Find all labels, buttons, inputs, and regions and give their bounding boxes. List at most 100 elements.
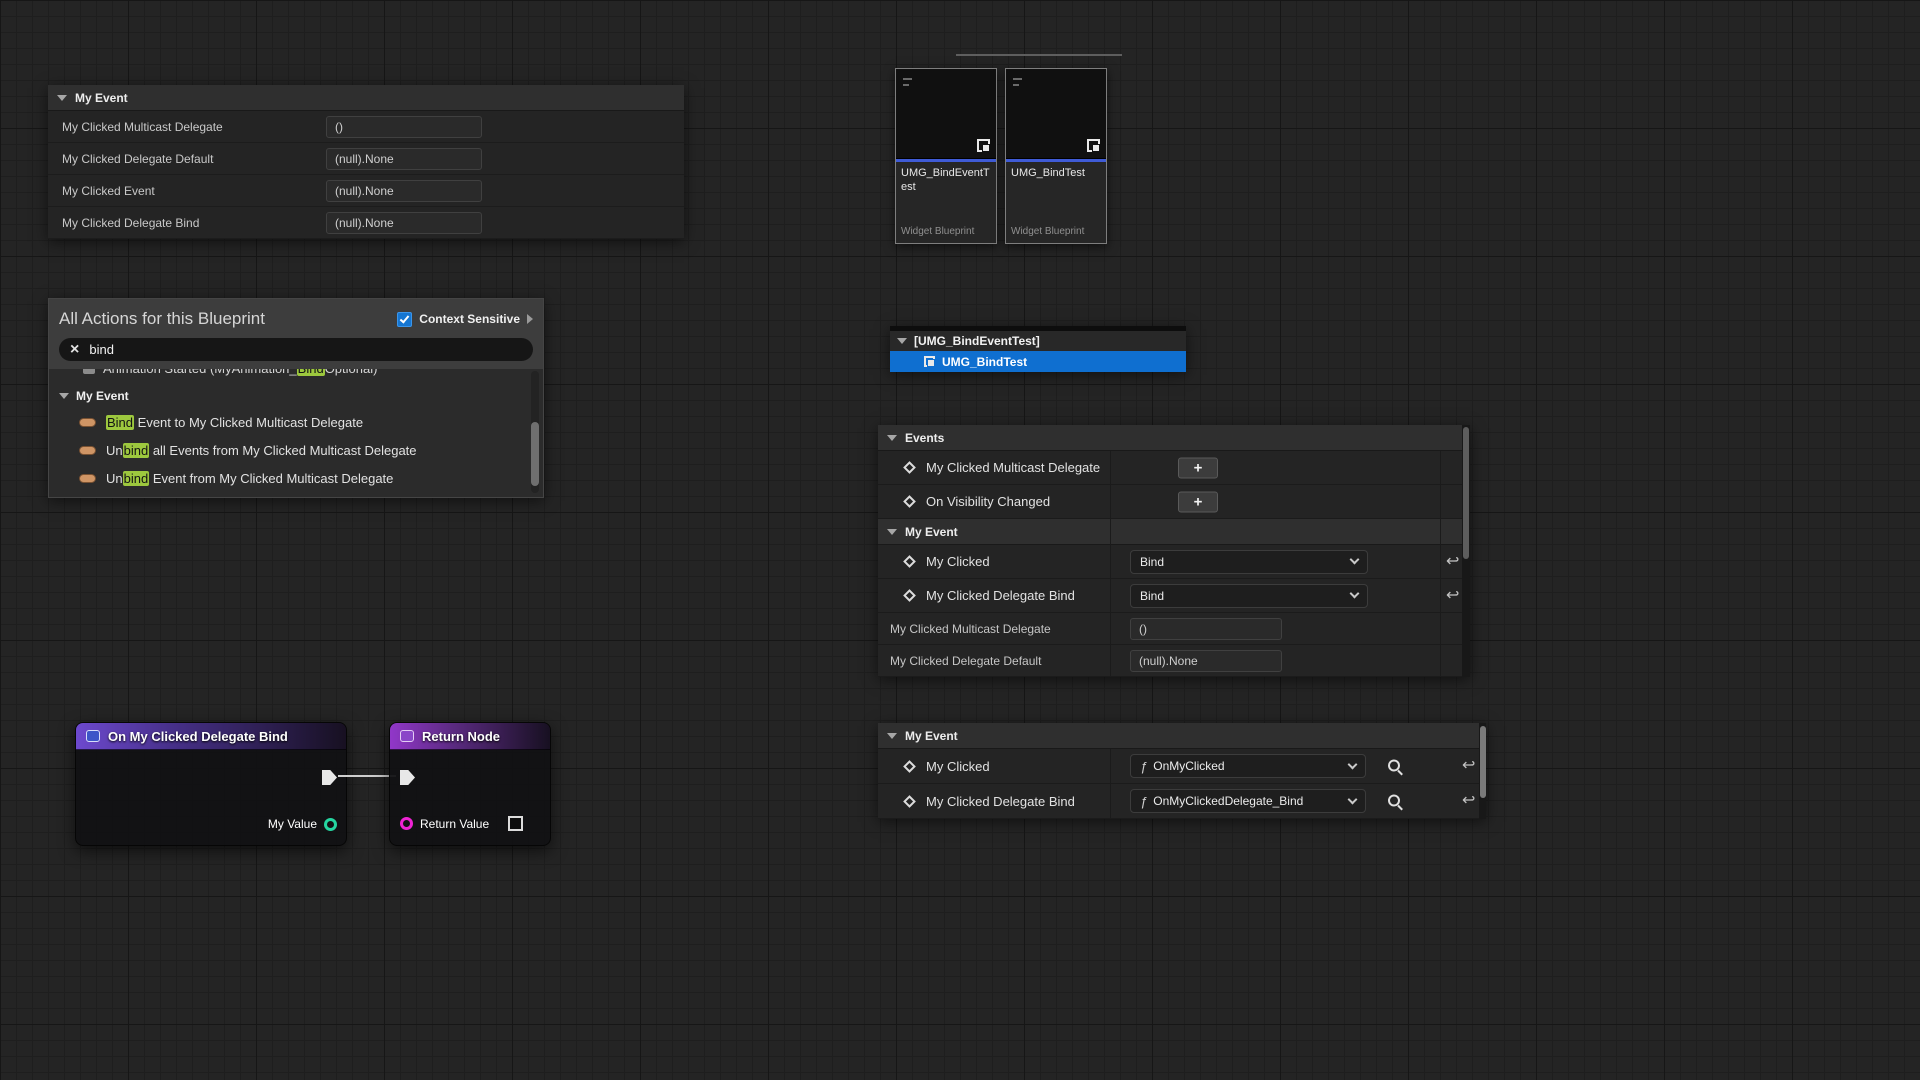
property-value-field[interactable]: () xyxy=(1130,618,1282,640)
actions-context-menu: All Actions for this Blueprint Context S… xyxy=(48,298,544,498)
widget-blueprint-icon xyxy=(1087,139,1100,152)
node-header[interactable]: Return Node xyxy=(390,723,550,750)
thumbnail-detail xyxy=(903,84,909,86)
widget-blueprint-icon xyxy=(977,139,990,152)
action-item-unbind-all[interactable]: Unbind all Events from My Clicked Multic… xyxy=(49,436,543,464)
tree-item-root[interactable]: [UMG_BindEventTest] xyxy=(890,331,1186,351)
category-label: My Event xyxy=(76,389,129,403)
submenu-arrow-icon[interactable] xyxy=(527,314,533,324)
search-value[interactable]: bind xyxy=(89,342,114,357)
actions-menu-title: All Actions for this Blueprint xyxy=(59,309,265,329)
scrollbar-track[interactable] xyxy=(531,371,539,493)
asset-name: UMG_BindTest xyxy=(1006,162,1106,226)
search-match-highlight: bind xyxy=(123,443,150,458)
property-value-field[interactable]: (null).None xyxy=(326,180,482,202)
value-row-delegate-default: My Clicked Delegate Default (null).None xyxy=(878,645,1470,677)
node-title: Return Node xyxy=(422,729,500,744)
events-section-header[interactable]: Events xyxy=(878,425,1470,451)
dropdown-value: Bind xyxy=(1140,589,1345,603)
property-label: My Clicked xyxy=(914,554,990,569)
scrollbar-thumb[interactable] xyxy=(531,422,539,485)
reset-to-default-icon[interactable]: ↩ xyxy=(1462,793,1475,809)
reset-to-default-icon[interactable]: ↩ xyxy=(1446,588,1459,604)
function-icon: ƒ xyxy=(1140,759,1147,774)
thumbnail-detail xyxy=(903,78,912,80)
pin-label: My Value xyxy=(268,817,317,831)
property-value-field[interactable]: (null).None xyxy=(1130,650,1282,672)
details-panel-my-event: My Event My Clicked Multicast Delegate (… xyxy=(48,85,684,239)
my-value-output-pin[interactable] xyxy=(324,818,337,831)
function-dropdown[interactable]: ƒ OnMyClicked xyxy=(1130,754,1366,778)
property-label: My Clicked Delegate Bind xyxy=(48,216,326,230)
add-event-button[interactable]: + xyxy=(1178,491,1218,512)
bind-dropdown[interactable]: Bind xyxy=(1130,584,1368,608)
function-icon: ƒ xyxy=(1140,794,1147,809)
event-node-icon xyxy=(86,730,100,742)
tree-item-label: UMG_BindTest xyxy=(942,355,1027,369)
property-row-multicast-delegate: My Clicked Multicast Delegate () xyxy=(48,111,684,143)
value-row-multicast-delegate: My Clicked Multicast Delegate () xyxy=(878,613,1470,645)
exec-input-pin[interactable] xyxy=(400,770,415,785)
action-item-bind-event[interactable]: Bind Event to My Clicked Multicast Deleg… xyxy=(49,408,543,436)
delegate-pill-icon xyxy=(79,474,96,483)
search-match-highlight: Bind xyxy=(297,369,325,376)
return-value-input-pin[interactable] xyxy=(400,817,413,830)
search-match-highlight: bind xyxy=(123,471,150,486)
node-header[interactable]: On My Clicked Delegate Bind xyxy=(76,723,346,750)
asset-thumbnail xyxy=(1006,69,1106,159)
add-event-button[interactable]: + xyxy=(1178,457,1218,478)
property-value-field[interactable]: () xyxy=(326,116,482,138)
reset-to-default-icon[interactable]: ↩ xyxy=(1446,554,1459,570)
bind-row-my-clicked-delegate-bind: My Clicked Delegate Bind Bind ↩ xyxy=(878,579,1470,613)
delegate-pill-icon xyxy=(79,418,96,427)
bind-dropdown[interactable]: Bind xyxy=(1130,550,1368,574)
my-event-section-header[interactable]: My Event xyxy=(878,519,1470,545)
tree-item-selected[interactable]: UMG_BindTest xyxy=(890,351,1186,372)
browse-to-function-icon[interactable] xyxy=(1386,758,1403,775)
property-value-field[interactable]: (null).None xyxy=(326,148,482,170)
browse-to-function-icon[interactable] xyxy=(1386,793,1403,810)
actions-menu-header: All Actions for this Blueprint Context S… xyxy=(49,299,543,369)
collapse-arrow-icon xyxy=(887,435,897,441)
return-value-checkbox[interactable] xyxy=(508,816,523,831)
bind-row-my-clicked: My Clicked Bind ↩ xyxy=(878,545,1470,579)
output-pin-row: My Value xyxy=(268,817,337,831)
collapse-arrow-icon xyxy=(59,393,69,399)
node-return-node[interactable]: Return Node Return Value xyxy=(389,722,551,846)
action-item-unbind-event[interactable]: Unbind Event from My Clicked Multicast D… xyxy=(49,464,543,492)
clear-search-icon[interactable]: × xyxy=(70,342,79,358)
asset-card-umg-bindtest[interactable]: UMG_BindTest Widget Blueprint xyxy=(1005,68,1107,244)
scrollbar-thumb[interactable] xyxy=(1480,726,1486,798)
node-on-my-clicked-delegate-bind[interactable]: On My Clicked Delegate Bind My Value xyxy=(75,722,347,846)
exec-output-pin[interactable] xyxy=(322,770,337,785)
actions-search-input[interactable]: × bind xyxy=(59,338,533,361)
property-label: My Clicked Delegate Bind xyxy=(914,588,1075,603)
reset-to-default-icon[interactable]: ↩ xyxy=(1462,758,1475,774)
pin-label: Return Value xyxy=(420,817,489,831)
property-label: My Clicked Delegate Default xyxy=(48,152,326,166)
scrollbar-track[interactable] xyxy=(1462,425,1470,677)
scrollbar-track[interactable] xyxy=(1479,723,1486,819)
input-pin-row: Return Value xyxy=(400,816,523,831)
thumbnail-detail xyxy=(1013,78,1022,80)
function-dropdown[interactable]: ƒ OnMyClickedDelegate_Bind xyxy=(1130,789,1366,813)
column-divider xyxy=(1440,451,1441,677)
context-sensitive-toggle[interactable]: Context Sensitive xyxy=(397,312,533,327)
my-event-section-header[interactable]: My Event xyxy=(878,723,1486,749)
my-event-section-header[interactable]: My Event xyxy=(48,85,684,111)
asset-card-umg-bindeventtest[interactable]: UMG_BindEventTest Widget Blueprint xyxy=(895,68,997,244)
property-label: My Clicked Delegate Default xyxy=(878,654,1041,668)
property-label: My Clicked Multicast Delegate xyxy=(48,120,326,134)
category-my-event[interactable]: My Event xyxy=(49,384,543,408)
event-label: My Clicked Multicast Delegate xyxy=(914,460,1100,475)
property-value-field[interactable]: (null).None xyxy=(326,212,482,234)
action-item-clipped[interactable]: Animation Started (MyAnimation_BindOptio… xyxy=(49,369,543,384)
property-label: My Clicked Multicast Delegate xyxy=(878,622,1051,636)
action-item-text: Unbind Event from My Clicked Multicast D… xyxy=(106,471,393,486)
scrollbar-thumb[interactable] xyxy=(1463,427,1469,559)
section-title: My Event xyxy=(75,91,128,105)
blueprint-editor-canvas: My Event My Clicked Multicast Delegate (… xyxy=(0,0,1920,1080)
context-sensitive-checkbox[interactable] xyxy=(397,312,412,327)
dropdown-value: Bind xyxy=(1140,555,1345,569)
action-item-text: Animation Started (MyAnimation_BindOptio… xyxy=(103,369,377,376)
